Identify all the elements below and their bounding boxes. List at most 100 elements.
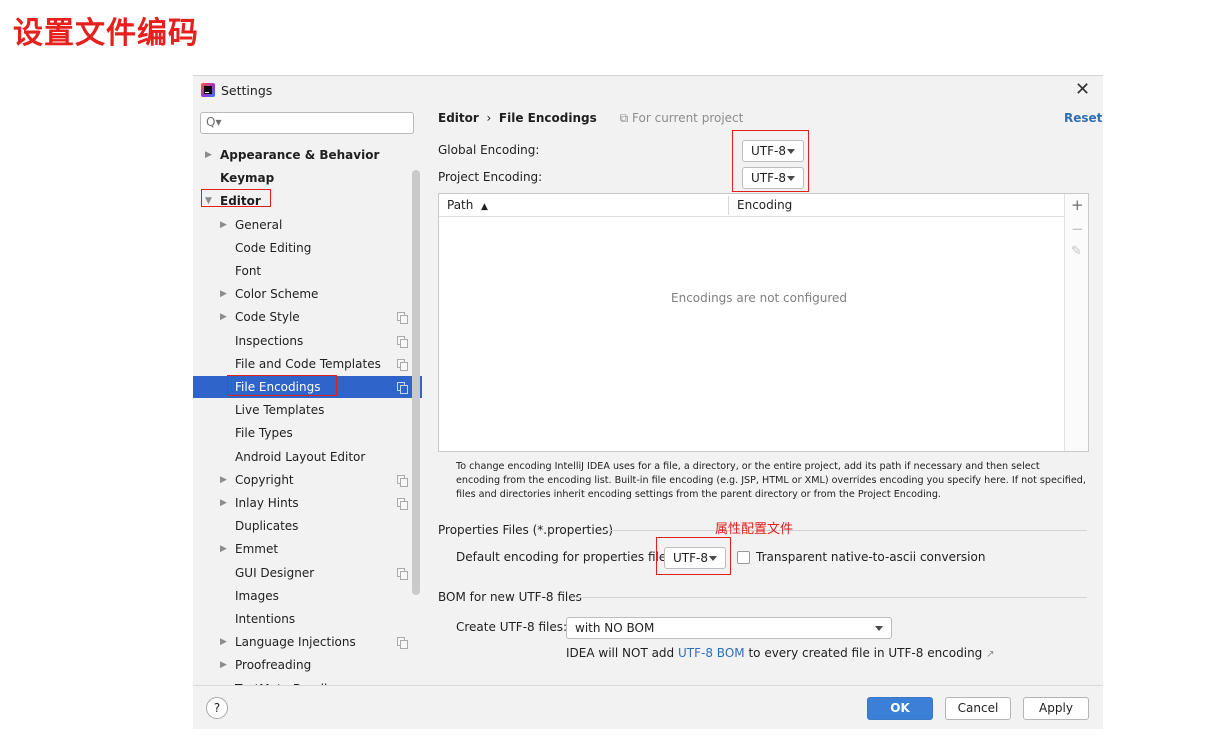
sidebar-item-copyright[interactable]: ▶ Copyright bbox=[193, 469, 422, 491]
settings-search-input[interactable]: Q▾ bbox=[200, 112, 414, 134]
page-heading: 设置文件编码 bbox=[13, 16, 199, 51]
file-encodings-panel: Editor › File Encodings ⧉ For current pr… bbox=[422, 104, 1103, 685]
column-path-label: Path bbox=[447, 198, 474, 212]
bom-note: IDEA will NOT add UTF-8 BOM to every cre… bbox=[566, 646, 995, 660]
sidebar-item-keymap[interactable]: Keymap bbox=[193, 167, 422, 189]
encodings-table: Path ▲ Encoding Encodings are not config… bbox=[438, 193, 1089, 452]
help-button[interactable]: ? bbox=[206, 697, 228, 719]
chevron-right-icon[interactable]: ▶ bbox=[220, 654, 227, 676]
sidebar-item-live-templates[interactable]: Live Templates bbox=[193, 399, 422, 421]
reset-link[interactable]: Reset bbox=[1064, 111, 1102, 125]
project-encoding-label: Project Encoding: bbox=[438, 170, 543, 184]
ok-button[interactable]: OK bbox=[867, 697, 933, 720]
sidebar-item-label: Font bbox=[235, 264, 262, 278]
create-utf8-select[interactable]: with NO BOM bbox=[566, 617, 892, 639]
sidebar-item-appearance-behavior[interactable]: ▶ Appearance & Behavior bbox=[193, 144, 422, 166]
sidebar-item-label: Inspections bbox=[235, 333, 304, 348]
project-scope-icon bbox=[397, 335, 408, 348]
sidebar-item-duplicates[interactable]: Duplicates bbox=[193, 515, 422, 537]
chevron-down-icon bbox=[875, 626, 883, 631]
project-encoding-value: UTF-8 bbox=[751, 171, 786, 185]
sidebar-item-file-types[interactable]: File Types bbox=[193, 422, 422, 444]
sidebar-item-font[interactable]: Font bbox=[193, 260, 422, 282]
sidebar-item-emmet[interactable]: ▶ Emmet bbox=[193, 538, 422, 560]
settings-sidebar: Q▾ ▶ Appearance & Behavior Keymap ▼ Editor ▶ G… bbox=[193, 104, 422, 685]
global-encoding-label: Global Encoding: bbox=[438, 143, 540, 157]
sidebar-item-label: General bbox=[235, 217, 283, 232]
sidebar-item-label: TextMate Bundles bbox=[235, 678, 341, 685]
title-bar: Settings ✕ bbox=[193, 76, 1103, 104]
project-scope-icon: ⧉ bbox=[619, 111, 629, 125]
table-header: Path ▲ Encoding bbox=[439, 194, 1064, 217]
properties-encoding-select[interactable]: UTF-8 bbox=[664, 547, 726, 569]
breadcrumb-parent: Editor bbox=[438, 111, 479, 125]
window-title: Settings bbox=[221, 83, 273, 98]
bom-note-suffix: to every created file in UTF-8 encoding bbox=[748, 646, 983, 660]
external-link-icon: ↗ bbox=[986, 649, 995, 660]
chevron-right-icon[interactable]: ▶ bbox=[220, 306, 227, 328]
sidebar-item-label: File Types bbox=[235, 426, 293, 441]
table-empty-message: Encodings are not configured bbox=[671, 291, 848, 305]
sidebar-item-android-layout-editor[interactable]: Android Layout Editor bbox=[193, 446, 422, 468]
chevron-right-icon[interactable]: ▶ bbox=[220, 631, 227, 653]
chevron-right-icon[interactable]: ▶ bbox=[205, 144, 212, 166]
properties-annotation: 属性配置文件 bbox=[715, 522, 794, 537]
chevron-right-icon[interactable]: ▶ bbox=[220, 492, 227, 514]
sidebar-item-label: Keymap bbox=[220, 171, 275, 186]
column-header-encoding[interactable]: Encoding bbox=[737, 194, 792, 217]
global-encoding-select[interactable]: UTF-8 bbox=[742, 140, 804, 162]
breadcrumb-current: File Encodings bbox=[498, 111, 597, 125]
remove-icon[interactable]: − bbox=[1071, 220, 1084, 238]
sidebar-item-editor[interactable]: ▼ Editor bbox=[193, 190, 422, 212]
project-scope-icon bbox=[397, 567, 408, 580]
chevron-down-icon[interactable]: ▼ bbox=[205, 190, 212, 212]
chevron-right-icon[interactable]: ▶ bbox=[220, 469, 227, 491]
sidebar-item-inlay-hints[interactable]: ▶ Inlay Hints bbox=[193, 492, 422, 514]
sidebar-item-gui-designer[interactable]: GUI Designer bbox=[193, 562, 422, 584]
sidebar-item-label: Code Style bbox=[235, 310, 300, 325]
chevron-right-icon[interactable]: ▶ bbox=[220, 283, 227, 305]
native-to-ascii-label: Transparent native-to-ascii conversion bbox=[756, 550, 986, 564]
create-utf8-value: with NO BOM bbox=[575, 621, 655, 635]
sidebar-item-language-injections[interactable]: ▶ Language Injections bbox=[193, 631, 422, 653]
sidebar-item-general[interactable]: ▶ General bbox=[193, 214, 422, 236]
global-encoding-value: UTF-8 bbox=[751, 144, 786, 158]
utf8-bom-link[interactable]: UTF-8 BOM bbox=[678, 646, 745, 660]
sidebar-item-label: Inlay Hints bbox=[235, 496, 299, 510]
sidebar-item-code-style[interactable]: ▶ Code Style bbox=[193, 306, 422, 328]
sidebar-item-label: Intentions bbox=[235, 612, 296, 626]
create-utf8-label: Create UTF-8 files: bbox=[456, 620, 568, 634]
sort-ascending-icon: ▲ bbox=[481, 202, 488, 212]
chevron-right-icon[interactable]: ▶ bbox=[220, 538, 227, 560]
sidebar-item-intentions[interactable]: Intentions bbox=[193, 608, 422, 630]
properties-section-title: Properties Files (*.properties) bbox=[438, 523, 614, 537]
sidebar-item-textmate-bundles[interactable]: TextMate Bundles bbox=[193, 678, 422, 685]
bom-note-prefix: IDEA will NOT add bbox=[566, 646, 675, 660]
project-encoding-select[interactable]: UTF-8 bbox=[742, 167, 804, 189]
native-to-ascii-checkbox[interactable] bbox=[737, 551, 750, 564]
close-icon[interactable]: ✕ bbox=[1075, 79, 1090, 100]
column-header-path[interactable]: Path ▲ bbox=[447, 194, 488, 219]
chevron-down-icon bbox=[787, 149, 795, 154]
intellij-app-icon bbox=[201, 83, 215, 97]
sidebar-item-color-scheme[interactable]: ▶ Color Scheme bbox=[193, 283, 422, 305]
section-divider bbox=[572, 597, 1087, 598]
sidebar-item-file-encodings[interactable]: File Encodings bbox=[193, 376, 422, 398]
breadcrumb: Editor › File Encodings ⧉ For current pr… bbox=[438, 111, 743, 126]
properties-default-label: Default encoding for properties files: bbox=[456, 550, 677, 564]
sidebar-item-file-and-code-templates[interactable]: File and Code Templates bbox=[193, 353, 422, 375]
apply-button[interactable]: Apply bbox=[1023, 697, 1089, 720]
project-scope-icon bbox=[397, 498, 408, 510]
sidebar-scrollbar[interactable] bbox=[412, 170, 420, 595]
project-scope-icon bbox=[397, 474, 408, 487]
properties-encoding-value: UTF-8 bbox=[673, 551, 708, 565]
sidebar-item-code-editing[interactable]: Code Editing bbox=[193, 237, 422, 259]
sidebar-item-inspections[interactable]: Inspections bbox=[193, 330, 422, 352]
sidebar-item-label: File and Code Templates bbox=[235, 356, 381, 371]
chevron-right-icon[interactable]: ▶ bbox=[220, 214, 227, 236]
sidebar-item-images[interactable]: Images bbox=[193, 585, 422, 607]
cancel-button[interactable]: Cancel bbox=[945, 697, 1011, 720]
edit-icon[interactable]: ✎ bbox=[1071, 244, 1082, 259]
sidebar-item-proofreading[interactable]: ▶ Proofreading bbox=[193, 654, 422, 676]
add-icon[interactable]: + bbox=[1071, 196, 1084, 214]
